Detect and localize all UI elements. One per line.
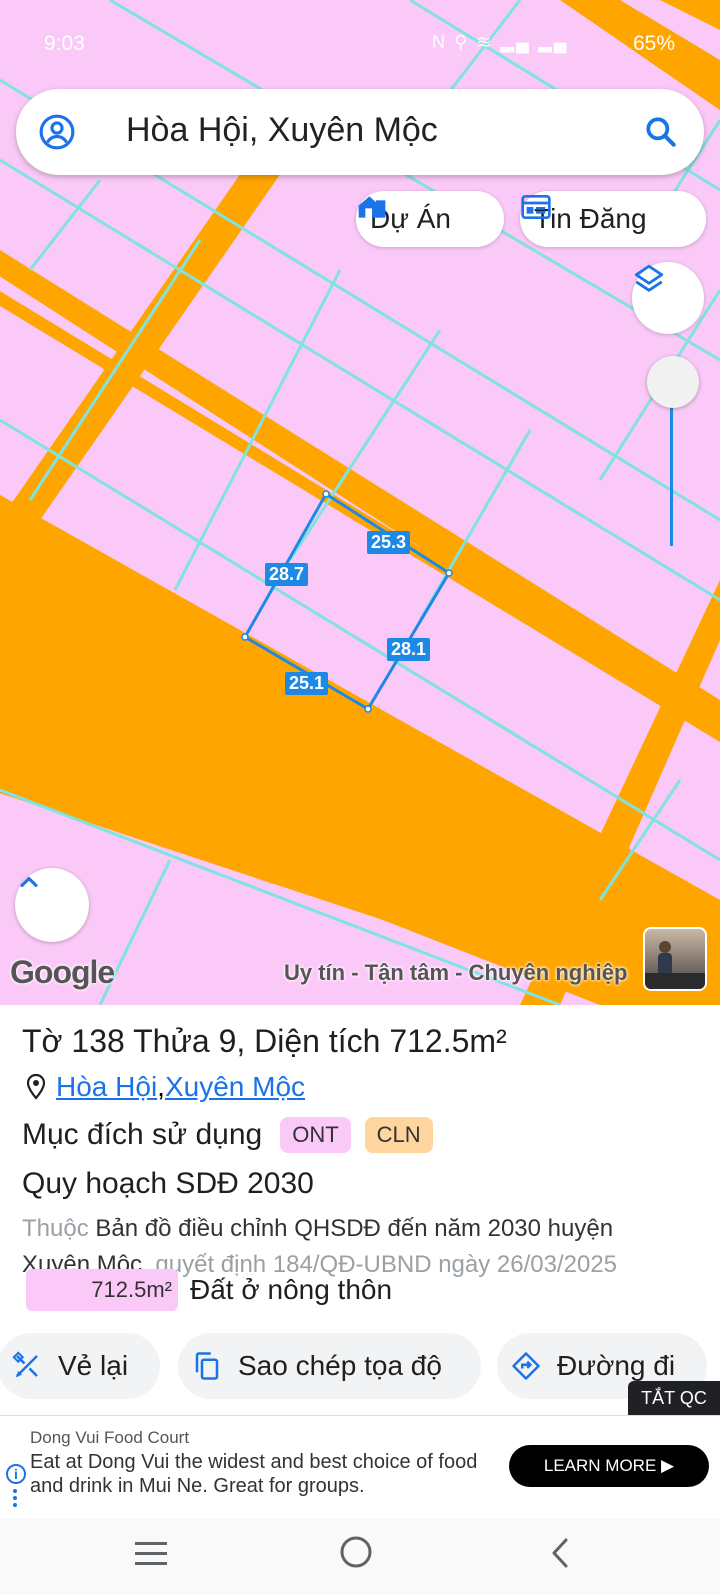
status-bar: 9:03 N ⚲ ≋ ▂▄ ▂▄ 65% — [0, 0, 720, 80]
copy-icon — [195, 1352, 219, 1380]
system-nav-bar — [0, 1519, 720, 1595]
land-type: Đất ở nông thôn — [190, 1274, 393, 1305]
location-separator: , — [157, 1071, 165, 1102]
hide-ads-button[interactable]: TẮT QC — [628, 1381, 720, 1415]
land-usage-label: Mục đích sử dụng — [22, 1118, 263, 1151]
edge-length-left: 28.7 — [265, 563, 309, 586]
expand-panel-button[interactable] — [15, 868, 89, 942]
district-link[interactable]: Xuyên Mộc — [165, 1071, 305, 1103]
layers-button[interactable] — [632, 262, 704, 334]
google-logo: Google — [10, 954, 115, 990]
redraw-button[interactable]: Vẻ lại — [0, 1333, 160, 1399]
location-pin-icon — [26, 1073, 46, 1100]
edge-length-top: 25.3 — [367, 531, 411, 554]
draw-tools-icon — [12, 1351, 38, 1378]
ad-advertiser: Dong Vui Food Court — [30, 1428, 190, 1447]
redraw-label: Vẻ lại — [58, 1350, 129, 1381]
map-tagline: Uy tín - Tận tâm - Chuyên nghiệp — [284, 960, 628, 985]
back-icon[interactable] — [548, 1537, 572, 1569]
ad-learn-more-button[interactable]: LEARN MORE ▶ — [509, 1445, 709, 1487]
ad-body-text: Eat at Dong Vui the widest and best choi… — [30, 1451, 478, 1497]
usage-badge-ont[interactable]: ONT — [280, 1117, 351, 1153]
plan-prefix: Thuộc — [22, 1215, 89, 1242]
search-icon[interactable] — [642, 113, 680, 151]
house-icon — [358, 196, 386, 218]
edge-length-right: 28.1 — [387, 638, 431, 661]
opacity-slider-handle[interactable] — [647, 356, 699, 408]
usage-badge-cln[interactable]: CLN — [364, 1117, 433, 1153]
copy-coordinates-label: Sao chép tọa độ — [238, 1350, 442, 1381]
area-row: 712.5m² Đất ở nông thôn — [26, 1269, 392, 1311]
account-icon[interactable] — [38, 113, 76, 151]
projects-chip[interactable]: Dự Án — [356, 191, 504, 247]
status-icons: N ⚲ ≋ ▂▄ ▂▄ — [432, 32, 569, 52]
plan-title: Quy hoạch SDĐ 2030 — [22, 1167, 314, 1200]
map-view[interactable]: 25.3 28.7 28.1 25.1 9:03 N ⚲ ≋ ▂▄ ▂▄ 65%… — [0, 0, 720, 1005]
parcel-title: Tờ 138 Thửa 9, Diện tích 712.5m² — [22, 1023, 507, 1059]
area-swatch: 712.5m² — [26, 1269, 178, 1311]
edge-length-bottom: 25.1 — [285, 672, 329, 695]
land-usage-row: Mục đích sử dụng ONT CLN — [22, 1117, 433, 1153]
battery-level: 65% — [633, 32, 676, 55]
chevron-up-icon — [20, 876, 38, 888]
listing-icon — [521, 195, 551, 219]
ad-info-icon[interactable]: i — [6, 1464, 26, 1484]
search-bar[interactable]: Hòa Hội, Xuyên Mộc — [16, 89, 704, 175]
screen: 25.3 28.7 28.1 25.1 9:03 N ⚲ ≋ ▂▄ ▂▄ 65%… — [0, 0, 720, 1595]
copy-coordinates-button[interactable]: Sao chép tọa độ — [178, 1333, 481, 1399]
streetview-thumbnail[interactable] — [643, 927, 707, 991]
layers-icon — [634, 264, 664, 292]
directions-label: Đường đi — [557, 1350, 676, 1381]
home-icon[interactable] — [338, 1534, 374, 1570]
directions-icon — [512, 1352, 540, 1380]
ad-menu-icon[interactable] — [12, 1488, 18, 1508]
ad-banner[interactable]: i Dong Vui Food Court Eat at Dong Vui th… — [0, 1415, 720, 1519]
road-steep-left — [0, 160, 290, 560]
person-photo-icon — [645, 941, 705, 989]
status-time: 9:03 — [44, 32, 85, 55]
commune-link[interactable]: Hòa Hội — [56, 1071, 157, 1103]
listings-chip[interactable]: Tin Đăng — [520, 191, 706, 247]
search-input[interactable]: Hòa Hội, Xuyên Mộc — [126, 111, 438, 150]
parcel-location: Hòa Hội, Xuyên Mộc — [24, 1071, 305, 1103]
recent-apps-icon[interactable] — [133, 1539, 169, 1569]
